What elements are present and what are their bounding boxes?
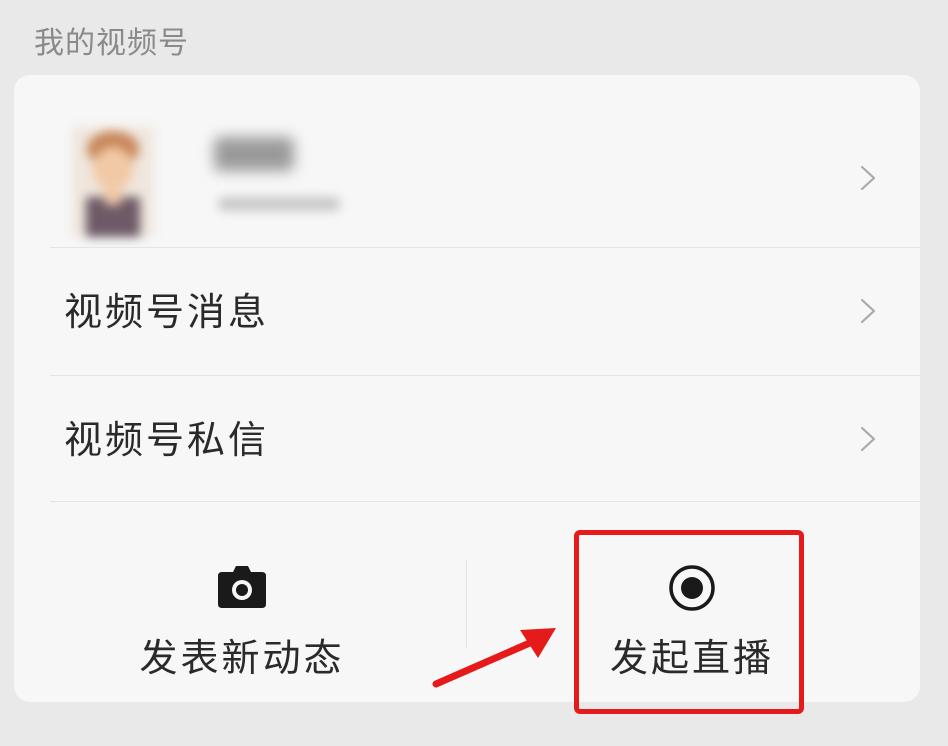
blurred-account-id [218,197,340,211]
camera-icon [218,566,266,608]
avatar [72,127,154,237]
red-arrow-annotation [432,628,556,688]
section-title: 我的视频号 [34,26,189,61]
menu-item-channel-private-messages[interactable]: 视频号私信 [14,376,920,502]
menu-item-channel-messages[interactable]: 视频号消息 [14,248,920,376]
blurred-nickname [214,137,294,171]
post-new-moment-button[interactable]: 发表新动态 [132,502,352,702]
chevron-right-icon [860,298,876,324]
highlight-box [574,530,804,714]
chevron-right-icon [860,165,876,191]
menu-item-label: 视频号消息 [64,290,270,334]
profile-row[interactable] [14,75,920,248]
post-new-moment-label: 发表新动态 [139,636,345,680]
menu-item-label: 视频号私信 [64,418,270,462]
chevron-right-icon [860,426,876,452]
